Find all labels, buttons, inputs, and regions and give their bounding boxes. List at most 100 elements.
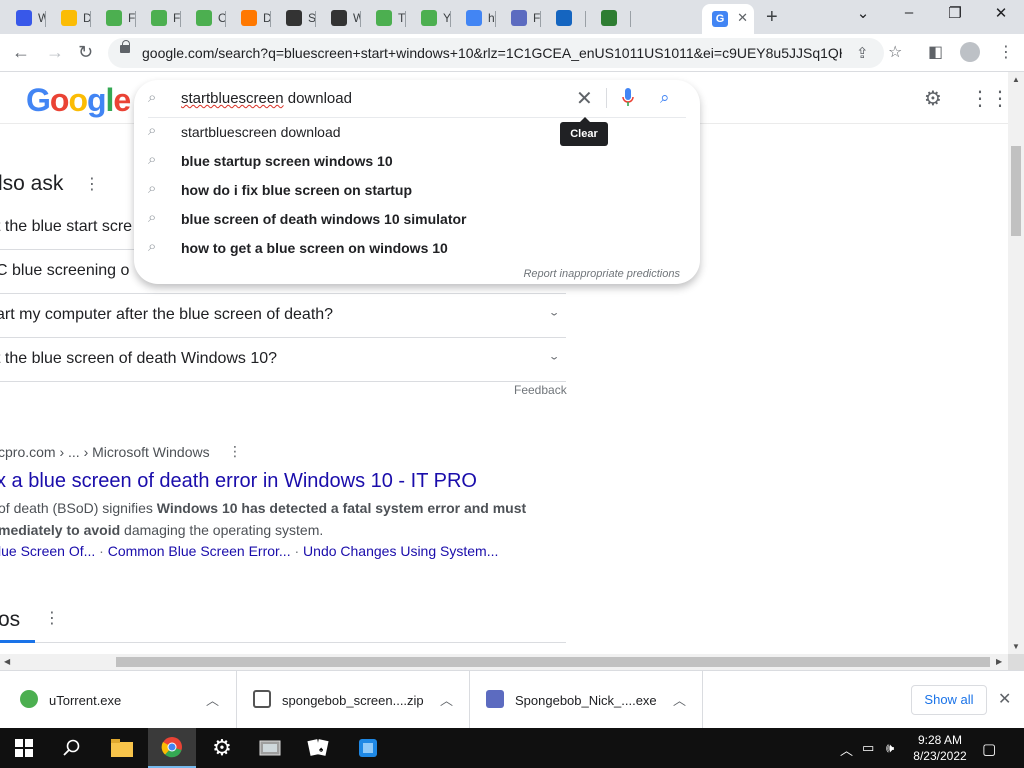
- box-icon: [556, 10, 572, 26]
- sitelink[interactable]: Undo Changes Using System...: [303, 543, 498, 559]
- search-suggestion[interactable]: ⌕ blue startup screen windows 10: [134, 147, 700, 176]
- browser-tab[interactable]: Fre: [96, 4, 136, 32]
- maximize-button[interactable]: ❐: [932, 4, 978, 22]
- reload-icon[interactable]: ↻: [78, 42, 93, 63]
- volume-icon[interactable]: 🕪: [886, 740, 894, 756]
- network-icon[interactable]: ▭: [862, 740, 874, 756]
- search-icon: ⌕: [148, 89, 157, 106]
- result-title-link[interactable]: x a blue screen of death error in Window…: [0, 470, 477, 493]
- solitaire-icon[interactable]: ♠: [294, 728, 342, 768]
- feedback-link[interactable]: Feedback: [514, 383, 567, 397]
- search-suggestion[interactable]: ⌕ how do i fix blue screen on startup: [134, 176, 700, 205]
- close-window-button[interactable]: ✕: [978, 4, 1024, 22]
- scrollbar-thumb[interactable]: [1011, 146, 1021, 236]
- more-options-icon[interactable]: ⋮: [84, 174, 100, 194]
- side-panel-icon[interactable]: ◧: [928, 42, 943, 62]
- browser-tab[interactable]: [591, 4, 631, 32]
- minimize-button[interactable]: –: [886, 4, 932, 21]
- search-icon[interactable]: [48, 728, 96, 768]
- tab-separator: [360, 11, 361, 27]
- result-more-icon[interactable]: ⋮: [228, 443, 242, 460]
- menu-kebab-icon[interactable]: ⋮: [998, 42, 1014, 62]
- profile-avatar[interactable]: [960, 42, 980, 62]
- browser-tab[interactable]: Wi: [6, 4, 46, 32]
- tab-separator: [630, 11, 631, 27]
- new-tab-button[interactable]: +: [766, 6, 778, 29]
- scroll-left-icon[interactable]: ◀: [4, 657, 10, 666]
- browser-tab[interactable]: Th: [366, 4, 406, 32]
- settings-gear-icon[interactable]: ⚙: [198, 728, 246, 768]
- chrome-icon[interactable]: [148, 728, 196, 768]
- sitelink[interactable]: Common Blue Screen Error...: [108, 543, 291, 559]
- download-item[interactable]: uTorrent.exe ︿: [0, 671, 237, 729]
- installer-icon[interactable]: [344, 728, 392, 768]
- report-predictions-link[interactable]: Report inappropriate predictions: [523, 268, 680, 280]
- bookmark-star-icon[interactable]: ☆: [888, 42, 902, 62]
- clear-icon[interactable]: ✕: [576, 86, 593, 111]
- scroll-right-icon[interactable]: ▶: [996, 657, 1002, 666]
- windows-start-icon[interactable]: [0, 728, 48, 768]
- notification-icon[interactable]: ▢: [982, 740, 996, 758]
- download-item[interactable]: Spongebob_Nick_....exe ︿: [470, 671, 703, 729]
- utorrent-icon: [376, 10, 392, 26]
- browser-tab[interactable]: Yo: [411, 4, 451, 32]
- scroll-up-icon[interactable]: ▲: [1012, 75, 1020, 84]
- search-input[interactable]: startbluescreen download: [181, 90, 352, 107]
- browser-tab[interactable]: G ✕: [702, 4, 754, 34]
- google-logo[interactable]: Google: [26, 82, 131, 119]
- chevron-up-icon[interactable]: ︿: [673, 690, 686, 709]
- share-icon[interactable]: ⇪: [856, 44, 869, 62]
- microphone-icon[interactable]: [622, 88, 634, 108]
- tab-search-icon[interactable]: ⌄: [840, 4, 886, 22]
- vertical-scrollbar[interactable]: ▲ ▼: [1008, 72, 1024, 654]
- chevron-up-icon[interactable]: ︿: [840, 740, 853, 759]
- browser-tab[interactable]: Dc: [231, 4, 271, 32]
- close-tab-icon[interactable]: ✕: [737, 10, 748, 26]
- show-all-button[interactable]: Show all: [911, 685, 987, 715]
- tab-separator: [540, 11, 541, 27]
- google-icon: G: [712, 11, 728, 27]
- browser-tab[interactable]: Dc: [51, 4, 91, 32]
- settings-gear-icon[interactable]: ⚙: [924, 86, 942, 111]
- scrollbar-thumb[interactable]: [116, 657, 990, 667]
- more-options-icon[interactable]: ⋮: [44, 608, 60, 628]
- tab-separator: [450, 11, 451, 27]
- download-item[interactable]: spongebob_screen....zip ︿: [237, 671, 470, 729]
- videos-section-title: os: [0, 608, 21, 631]
- search-submit-icon[interactable]: ⌕: [660, 88, 670, 108]
- windows-taskbar: ⚙ ♠ ︿ ▭ 🕪 9:28 AM 8/23/2022 ▢: [0, 728, 1024, 768]
- result-cite[interactable]: cpro.com › ... › Microsoft Windows: [0, 444, 210, 460]
- search-suggestion[interactable]: ⌕ how to get a blue screen on windows 10: [134, 234, 700, 263]
- close-icon[interactable]: ✕: [998, 689, 1011, 709]
- browser-tab[interactable]: Sp: [276, 4, 316, 32]
- browser-tab[interactable]: [546, 4, 586, 32]
- system-clock[interactable]: 9:28 AM 8/23/2022: [910, 732, 970, 764]
- suggestion-text: startbluescreen download: [181, 124, 341, 140]
- result-snippet-line-1: of death (BSoD) signifies Windows 10 has…: [0, 500, 527, 516]
- paa-question[interactable]: art my computer after the blue screen of…: [0, 294, 566, 338]
- browser-tab[interactable]: Fre: [141, 4, 181, 32]
- browser-tab[interactable]: htt: [456, 4, 496, 32]
- address-bar[interactable]: google.com/search?q=bluescreen+start+win…: [108, 38, 884, 68]
- chevron-up-icon[interactable]: ︿: [440, 690, 453, 709]
- browser-tab[interactable]: Or: [186, 4, 226, 32]
- search-suggestion[interactable]: ⌕ blue screen of death windows 10 simulat…: [134, 205, 700, 234]
- browser-toolbar: ← → ↻ google.com/search?q=bluescreen+sta…: [0, 34, 1024, 72]
- lock-icon[interactable]: [120, 40, 130, 53]
- people-also-ask-title: lso ask: [0, 172, 64, 195]
- back-icon[interactable]: ←: [12, 42, 30, 63]
- chevron-up-icon[interactable]: ︿: [206, 690, 219, 709]
- scroll-down-icon[interactable]: ▼: [1012, 642, 1020, 651]
- url-text[interactable]: google.com/search?q=bluescreen+start+win…: [142, 45, 842, 61]
- search-suggestion[interactable]: ⌕ startbluescreen download: [134, 118, 700, 147]
- browser-tab[interactable]: Fre: [501, 4, 541, 32]
- browser-tab[interactable]: Wi: [321, 4, 361, 32]
- tab-separator: [270, 11, 271, 27]
- tab-separator: [495, 11, 496, 27]
- forward-icon[interactable]: →: [46, 42, 64, 63]
- file-explorer-icon[interactable]: [98, 728, 146, 768]
- sitelink[interactable]: lue Screen Of...: [0, 543, 95, 559]
- paa-question[interactable]: t the blue screen of death Windows 10? ⌄: [0, 338, 566, 382]
- horizontal-scrollbar[interactable]: ◀ ▶: [0, 654, 1008, 670]
- tablet-app-icon[interactable]: [246, 728, 294, 768]
